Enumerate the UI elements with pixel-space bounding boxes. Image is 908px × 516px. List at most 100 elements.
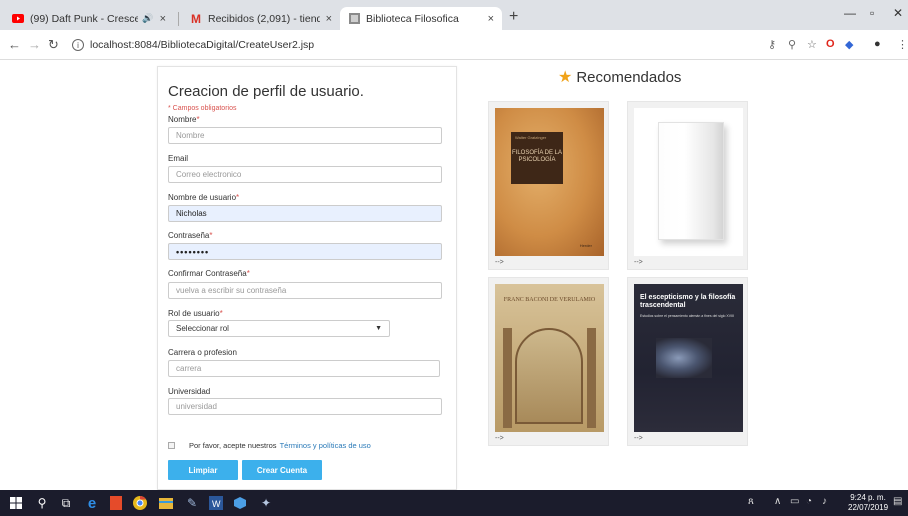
book-card[interactable]: --> bbox=[627, 101, 748, 270]
info-icon[interactable]: i bbox=[72, 39, 84, 51]
svg-text:W: W bbox=[212, 499, 221, 509]
book-cover-image[interactable]: FRANC BACONI DE VERULAMIO bbox=[495, 284, 604, 432]
clear-button[interactable]: Limpiar bbox=[168, 460, 238, 480]
address-bar[interactable]: i localhost:8084/BibliotecaDigital/Creat… bbox=[72, 35, 572, 55]
opera-icon[interactable]: O bbox=[826, 38, 835, 50]
battery-icon[interactable]: ▭ bbox=[790, 496, 799, 507]
tab-title: Biblioteca Filosofica bbox=[366, 12, 459, 25]
address-bar-row: ← → ↻ i localhost:8084/BibliotecaDigital… bbox=[0, 30, 908, 60]
label-carrera: Carrera o profesion bbox=[168, 348, 237, 357]
terms-link[interactable]: Términos y políticas de uso bbox=[280, 441, 371, 450]
create-account-button[interactable]: Crear Cuenta bbox=[242, 460, 322, 480]
netbeans-icon[interactable]: ✦ bbox=[258, 495, 274, 511]
book-link[interactable]: --> bbox=[495, 259, 504, 266]
edge-icon[interactable]: e bbox=[84, 495, 100, 512]
zoom-icon[interactable]: ⚲ bbox=[788, 38, 796, 51]
people-icon[interactable]: ጸ bbox=[748, 496, 754, 507]
label-usuario: Nombre de usuario* bbox=[168, 193, 240, 202]
new-tab-icon[interactable]: + bbox=[509, 8, 518, 26]
recommended-heading: ★ Recomendados bbox=[558, 67, 681, 87]
gmail-icon: M bbox=[191, 11, 201, 26]
chrome-icon[interactable] bbox=[132, 495, 148, 511]
book-cover-image[interactable]: Walter Gratzinger FILOSOFÍA DE LA PSICOL… bbox=[495, 108, 604, 256]
close-window-icon[interactable]: ✕ bbox=[893, 6, 903, 20]
back-icon[interactable]: ← bbox=[8, 37, 21, 52]
university-input[interactable]: universidad bbox=[168, 398, 442, 415]
book-link[interactable]: --> bbox=[495, 435, 504, 442]
task-view-icon[interactable]: ⧉ bbox=[58, 495, 74, 511]
label-email: Email bbox=[168, 154, 189, 163]
cover-column-decoration bbox=[587, 328, 596, 428]
terms-row: Por favor, acepte nuestros Términos y po… bbox=[168, 441, 371, 450]
windows-taskbar: ⚲ ⧉ e ✎ W ✦ ጸ ∧ ▭ ◔ ♪ 9:24 p. m. 22/07/2… bbox=[0, 490, 908, 516]
book-cover-image[interactable]: El escepticismo y la filosofía trascende… bbox=[634, 284, 743, 432]
chevron-down-icon: ▼ bbox=[375, 325, 382, 332]
restore-icon[interactable]: ▫ bbox=[870, 6, 874, 20]
close-tab-icon[interactable]: × bbox=[488, 13, 494, 25]
label-confirmar: Confirmar Contraseña* bbox=[168, 269, 250, 278]
recommended-title: Recomendados bbox=[576, 68, 682, 86]
youtube-icon bbox=[12, 13, 24, 25]
tab-biblioteca[interactable]: Biblioteca Filosofica × bbox=[340, 7, 502, 30]
profile-icon[interactable]: ● bbox=[874, 38, 881, 50]
cover-title: FILOSOFÍA DE LA PSICOLOGÍA bbox=[511, 150, 562, 163]
cover-publisher: Herder bbox=[579, 243, 592, 248]
file-explorer-icon[interactable] bbox=[158, 495, 174, 511]
extension-icon[interactable]: ◆ bbox=[845, 38, 853, 51]
create-user-form: Creacion de perfil de usuario. * Campos … bbox=[157, 66, 457, 490]
bookmark-star-icon[interactable]: ☆ bbox=[807, 38, 817, 51]
volume-icon[interactable]: ♪ bbox=[822, 496, 827, 507]
book-link[interactable]: --> bbox=[634, 259, 643, 266]
tab-separator bbox=[178, 12, 179, 26]
app-icon[interactable] bbox=[232, 495, 248, 511]
cover-arch-decoration bbox=[515, 328, 583, 424]
windows-start-icon[interactable] bbox=[8, 495, 24, 511]
clock-date: 22/07/2019 bbox=[848, 503, 889, 512]
book-card[interactable]: FRANC BACONI DE VERULAMIO --> bbox=[488, 277, 609, 446]
confirm-password-input[interactable]: vuelva a escribir su contraseña bbox=[168, 282, 442, 299]
book-link[interactable]: --> bbox=[634, 435, 643, 442]
tab-title: (99) Daft Punk - Crescendolls bbox=[30, 12, 139, 25]
label-nombre: Nombre* bbox=[168, 115, 200, 124]
label-universidad: Universidad bbox=[168, 387, 211, 396]
role-selected-value: Seleccionar rol bbox=[176, 324, 229, 333]
close-tab-icon[interactable]: × bbox=[326, 13, 332, 25]
chevron-up-icon[interactable]: ∧ bbox=[774, 496, 781, 507]
terms-text: Por favor, acepte nuestros bbox=[189, 441, 277, 450]
system-clock[interactable]: 9:24 p. m. 22/07/2019 bbox=[848, 493, 888, 513]
word-icon[interactable]: W bbox=[208, 495, 224, 511]
url-text: localhost:8084/BibliotecaDigital/CreateU… bbox=[90, 39, 315, 51]
nombre-input[interactable]: Nombre bbox=[168, 127, 442, 144]
tab-youtube[interactable]: (99) Daft Punk - Crescendolls 🔊 × bbox=[4, 7, 174, 30]
book-cover-image[interactable] bbox=[634, 108, 743, 256]
key-icon[interactable]: ⚷ bbox=[768, 38, 776, 51]
site-favicon-icon bbox=[348, 13, 360, 25]
menu-icon[interactable]: ⋮ bbox=[897, 38, 908, 51]
form-title: Creacion de perfil de usuario. bbox=[168, 83, 364, 100]
tab-gmail[interactable]: M Recibidos (2,091) - tiendanet100 × bbox=[182, 7, 340, 30]
email-input[interactable]: Correo electronico bbox=[168, 166, 442, 183]
tool-icon[interactable]: ✎ bbox=[184, 495, 200, 511]
notifications-icon[interactable]: ▤ bbox=[893, 496, 902, 507]
wifi-icon[interactable]: ◔ bbox=[806, 496, 812, 507]
forward-icon[interactable]: → bbox=[28, 37, 41, 52]
book-card[interactable]: El escepticismo y la filosofía trascende… bbox=[627, 277, 748, 446]
blank-book-illustration bbox=[658, 122, 724, 240]
cover-art bbox=[656, 338, 712, 378]
reload-icon[interactable]: ↻ bbox=[48, 37, 59, 53]
close-tab-icon[interactable]: × bbox=[160, 13, 166, 25]
star-icon: ★ bbox=[558, 69, 573, 86]
terms-checkbox[interactable] bbox=[168, 442, 175, 449]
cover-title: FRANC BACONI DE VERULAMIO bbox=[503, 297, 596, 303]
password-input[interactable]: •••••••• bbox=[168, 243, 442, 260]
label-contrasena: Contraseña* bbox=[168, 231, 213, 240]
username-input[interactable]: Nicholas bbox=[168, 205, 442, 222]
search-icon[interactable]: ⚲ bbox=[34, 495, 50, 511]
minimize-icon[interactable]: — bbox=[844, 6, 856, 20]
book-card[interactable]: Walter Gratzinger FILOSOFÍA DE LA PSICOL… bbox=[488, 101, 609, 270]
cover-title: El escepticismo y la filosofía trascende… bbox=[640, 294, 736, 309]
career-input[interactable]: carrera bbox=[168, 360, 440, 377]
role-select[interactable]: Seleccionar rol ▼ bbox=[168, 320, 390, 337]
cover-column-decoration bbox=[503, 328, 512, 428]
office-icon[interactable] bbox=[108, 495, 124, 511]
